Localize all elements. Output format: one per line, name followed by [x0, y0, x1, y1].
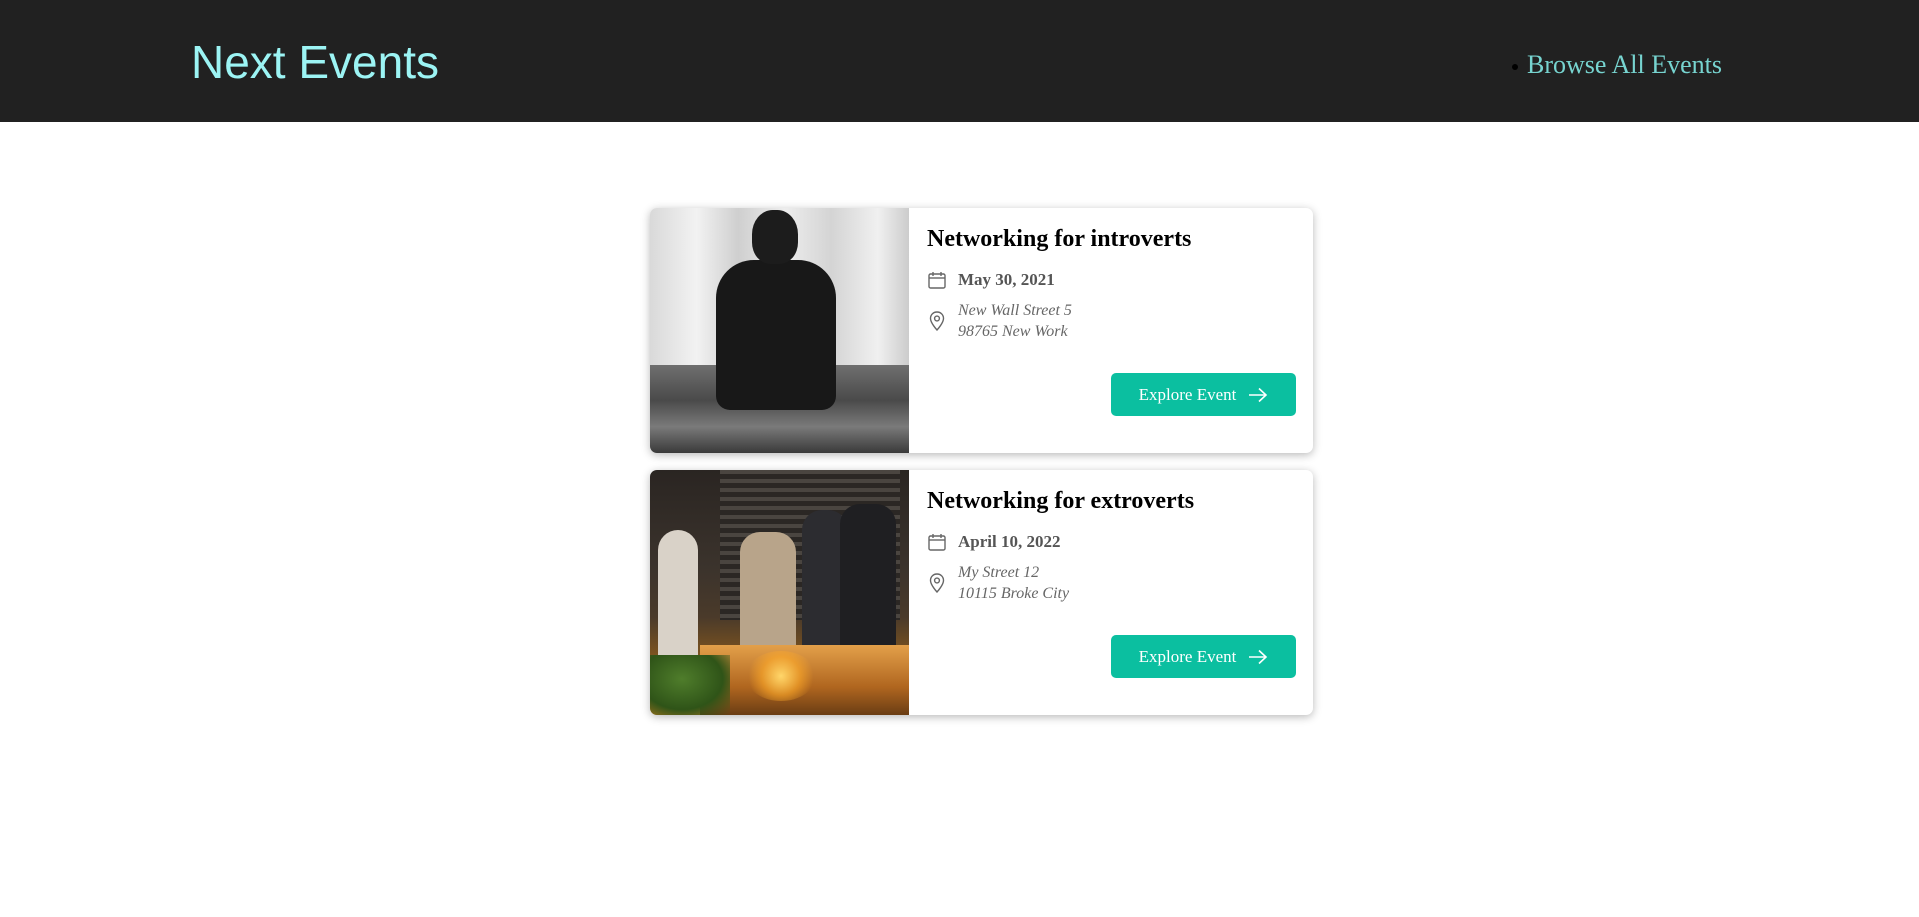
event-date-text: April 10, 2022 — [958, 532, 1061, 551]
event-address-text: My Street 12 10115 Broke City — [958, 562, 1069, 604]
image-person-head — [752, 210, 798, 264]
arrow-right-icon — [1249, 649, 1268, 664]
event-address-text: New Wall Street 5 98765 New Work — [958, 300, 1072, 342]
image-person-torso — [716, 260, 836, 410]
explore-event-button[interactable]: Explore Event — [1111, 635, 1296, 678]
event-title: Networking for extroverts — [927, 488, 1195, 514]
image-candle-glow — [746, 651, 816, 701]
event-image — [650, 470, 909, 715]
event-image — [650, 208, 909, 453]
address-line-2: 10115 Broke City — [958, 585, 1070, 602]
address-line-1: New Wall Street 5 — [958, 302, 1072, 319]
event-title: Networking for introverts — [927, 226, 1192, 252]
event-card: Networking for extroverts April 10, 2022… — [650, 470, 1313, 715]
event-content: Networking for introverts May 30, 2021 N… — [909, 208, 1313, 453]
calendar-icon — [928, 534, 946, 551]
arrow-right-icon — [1249, 387, 1268, 402]
image-person — [658, 530, 698, 670]
location-pin-icon — [929, 311, 945, 332]
site-header: Next Events Browse All Events — [0, 0, 1919, 122]
calendar-icon — [928, 272, 946, 289]
site-logo[interactable]: Next Events — [191, 36, 439, 88]
event-list: Networking for introverts May 30, 2021 N… — [650, 208, 1313, 732]
event-date: May 30, 2021 — [927, 270, 1295, 290]
event-content: Networking for extroverts April 10, 2022… — [909, 470, 1313, 715]
location-pin-icon — [929, 573, 945, 594]
image-plant — [650, 655, 730, 715]
event-date-text: May 30, 2021 — [958, 270, 1055, 289]
explore-event-button[interactable]: Explore Event — [1111, 373, 1296, 416]
nav-item-browse: Browse All Events — [1512, 50, 1722, 80]
address-line-1: My Street 12 — [958, 564, 1040, 581]
image-person — [840, 504, 896, 664]
event-card: Networking for introverts May 30, 2021 N… — [650, 208, 1313, 453]
browse-all-events-link[interactable]: Browse All Events — [1527, 50, 1722, 80]
address-line-2: 98765 New Work — [958, 323, 1068, 340]
main-nav: Browse All Events — [1512, 50, 1722, 80]
explore-event-label: Explore Event — [1138, 646, 1237, 666]
bullet-icon — [1512, 64, 1518, 70]
event-date: April 10, 2022 — [927, 532, 1295, 552]
event-address: My Street 12 10115 Broke City — [927, 562, 1295, 604]
explore-event-label: Explore Event — [1138, 384, 1237, 404]
event-address: New Wall Street 5 98765 New Work — [927, 300, 1295, 342]
